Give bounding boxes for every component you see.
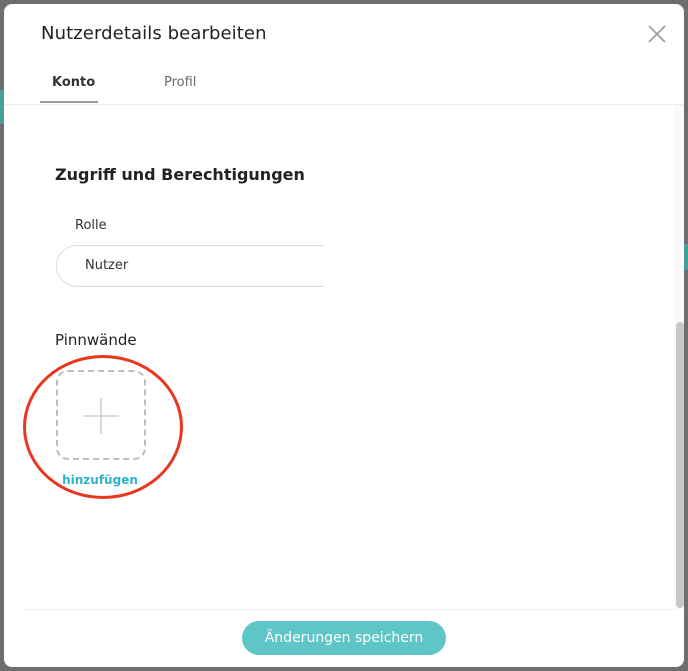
role-label: Rolle — [75, 218, 107, 233]
boards-label: Pinnwände — [55, 331, 137, 349]
save-changes-button[interactable]: Änderungen speichern — [242, 621, 446, 655]
close-icon — [648, 25, 666, 43]
role-select-value: Nutzer — [85, 258, 129, 273]
close-button[interactable] — [646, 23, 668, 45]
tab-konto[interactable]: Konto — [52, 75, 95, 90]
edit-user-modal: Nutzerdetails bearbeiten Konto Profil Zu… — [4, 4, 684, 667]
section-title: Zugriff und Berechtigungen — [55, 165, 305, 184]
modal-content: Zugriff und Berechtigungen Rolle Nutzer … — [4, 105, 684, 610]
footer-divider — [24, 609, 674, 610]
scrollbar-thumb[interactable] — [676, 322, 684, 608]
tab-profil[interactable]: Profil — [164, 75, 196, 90]
background-page-fragment — [684, 244, 688, 270]
highlight-annotation-circle — [23, 355, 183, 499]
modal-title: Nutzerdetails bearbeiten — [41, 23, 267, 44]
tab-bar: Konto Profil — [4, 66, 684, 105]
active-tab-indicator — [40, 101, 98, 103]
role-select[interactable]: Nutzer — [56, 245, 346, 287]
select-clip-overlay — [324, 241, 364, 293]
